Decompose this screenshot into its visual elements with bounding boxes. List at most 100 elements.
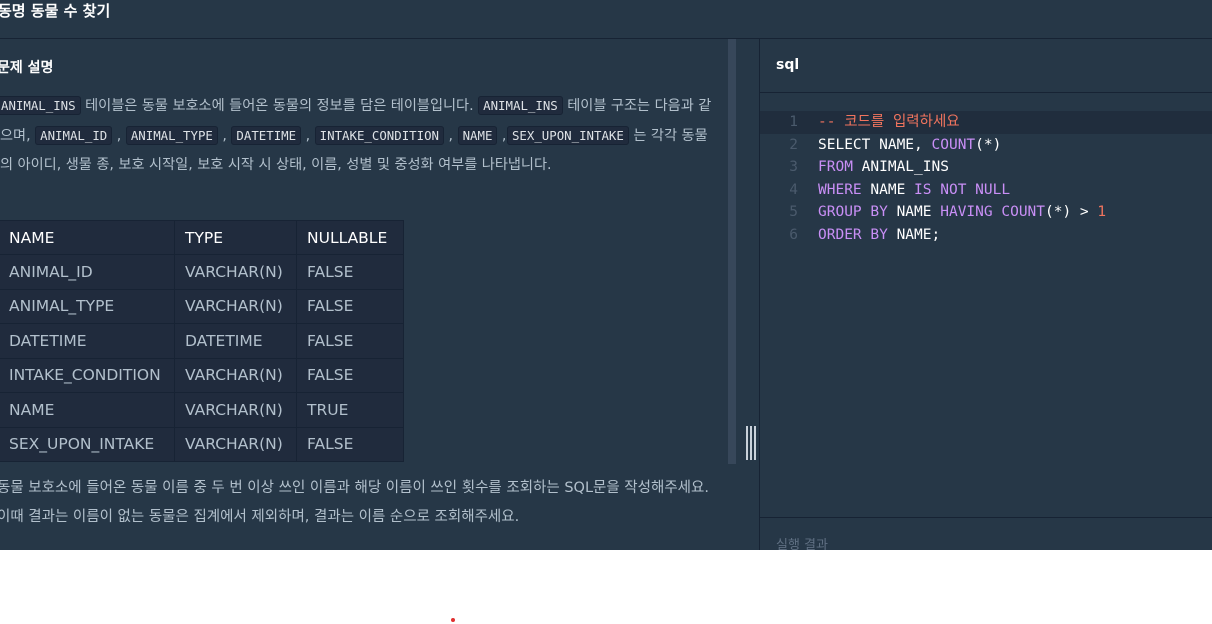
code-line[interactable]: 6 ORDER BY NAME; — [760, 224, 1212, 247]
table-cell: FALSE — [296, 288, 404, 324]
inline-code: ANIMAL_TYPE — [125, 126, 218, 145]
code-token: 1 — [1097, 204, 1107, 220]
code-token: WHERE — [818, 181, 862, 198]
scrollbar[interactable] — [728, 39, 736, 464]
code-text: GROUP BY NAME HAVING COUNT(*) > 1 — [818, 201, 1106, 224]
code-line[interactable]: 2 SELECT NAME, COUNT(*) — [760, 134, 1212, 157]
editor-language-label: sql — [776, 57, 800, 73]
table-cell: ANIMAL_TYPE — [0, 288, 175, 324]
table-cell: INTAKE_CONDITION — [0, 357, 175, 393]
code-text: FROM ANIMAL_INS — [818, 156, 949, 179]
code-token: NAME — [861, 181, 915, 198]
inline-code: ANIMAL_INS — [478, 96, 563, 115]
code-token: COUNT — [931, 136, 976, 153]
line-number: 2 — [789, 136, 798, 153]
code-token: FROM — [818, 159, 853, 175]
code-token: NAME, — [870, 136, 932, 153]
table-cell: DATETIME — [174, 323, 297, 359]
code-token: (*) — [975, 136, 1002, 153]
problem-panel[interactable]: 문제 설명 ANIMAL_INS 테이블은 동물 보호소에 들어온 동물의 정보… — [0, 39, 728, 550]
editor-header: sql — [760, 39, 1212, 93]
table-cell: FALSE — [296, 254, 404, 290]
inline-code: DATETIME — [231, 126, 302, 145]
cursor-dot — [451, 618, 455, 622]
result-label: 실행 결과 — [776, 538, 828, 550]
table-header-cell: NULLABLE — [296, 220, 404, 255]
code-token: SELECT — [818, 136, 871, 153]
table-cell: NAME — [0, 392, 175, 428]
code-token: COUNT — [1001, 204, 1046, 220]
editor-panel: sql 1 -- 코드를 입력하세요 2 SELECT NAME, COUNT(*) 3… — [759, 39, 1212, 550]
code-token: ORDER BY — [818, 226, 888, 243]
problem-description: ANIMAL_INS 테이블은 동물 보호소에 들어온 동물의 정보를 담은 테… — [0, 91, 718, 180]
inline-code: SEX_UPON_INTAKE — [506, 126, 629, 145]
code-token: NULL — [975, 181, 1011, 198]
code-editor[interactable]: 1 -- 코드를 입력하세요 2 SELECT NAME, COUNT(*) 3 FROM… — [760, 93, 1212, 517]
table-header-cell: NAME — [0, 220, 175, 255]
code-text: SELECT NAME, COUNT(*) — [818, 134, 1001, 157]
code-token: IS NOT — [914, 181, 967, 198]
table-cell: VARCHAR(N) — [174, 392, 297, 428]
code-text: WHERE NAME IS NOT NULL — [818, 179, 1010, 202]
inline-code: NAME — [457, 126, 498, 145]
code-line[interactable]: 4 WHERE NAME IS NOT NULL — [760, 179, 1212, 202]
separator: , — [501, 128, 507, 144]
page-title: 동명 동물 수 찾기 — [0, 2, 111, 20]
schema-table: NAME TYPE NULLABLE ANIMAL_ID VARCHAR(N) … — [0, 220, 404, 462]
separator: , — [448, 128, 454, 144]
grip-line — [746, 426, 748, 460]
table-row: ANIMAL_ID VARCHAR(N) FALSE — [0, 254, 404, 290]
table-cell: TRUE — [296, 392, 404, 428]
code-token: NAME; — [887, 226, 941, 243]
table-cell: FALSE — [296, 323, 404, 359]
inline-code: ANIMAL_ID — [35, 126, 113, 145]
table-row: INTAKE_CONDITION VARCHAR(N) FALSE — [0, 357, 404, 393]
table-cell: DATETIME — [0, 323, 175, 359]
code-line[interactable]: 3 FROM ANIMAL_INS — [760, 156, 1212, 179]
code-text: -- 코드를 입력하세요 — [818, 111, 960, 134]
line-number: 5 — [789, 204, 798, 220]
line-number: 4 — [789, 181, 798, 198]
table-cell: ANIMAL_ID — [0, 254, 175, 290]
app-window: 동명 동물 수 찾기 문제 설명 ANIMAL_INS 테이블은 동물 보호소에… — [0, 0, 1212, 550]
line-number: 6 — [789, 226, 798, 243]
problem-section-title: 문제 설명 — [0, 60, 54, 76]
code-token: ANIMAL_INS — [852, 159, 949, 175]
grip-line — [750, 426, 752, 460]
table-cell: VARCHAR(N) — [174, 357, 297, 393]
grip-line — [754, 426, 756, 460]
table-row: ANIMAL_TYPE VARCHAR(N) FALSE — [0, 288, 404, 324]
panel-resize-handle[interactable] — [744, 422, 756, 462]
table-cell: SEX_UPON_INTAKE — [0, 426, 175, 462]
table-cell: VARCHAR(N) — [174, 288, 297, 324]
separator: , — [222, 128, 227, 144]
code-token: -- 코드를 입력하세요 — [818, 114, 960, 130]
table-cell: VARCHAR(N) — [174, 426, 297, 462]
table-row: NAME VARCHAR(N) TRUE — [0, 392, 404, 428]
top-bar: 동명 동물 수 찾기 — [0, 0, 1212, 39]
result-panel-header[interactable]: 실행 결과 — [760, 517, 1212, 550]
table-row: DATETIME DATETIME FALSE — [0, 323, 404, 359]
code-text: ORDER BY NAME; — [818, 224, 940, 247]
table-header-row: NAME TYPE NULLABLE — [0, 220, 404, 255]
code-line[interactable]: 5 GROUP BY NAME HAVING COUNT(*) > 1 — [760, 201, 1212, 224]
inline-code: ANIMAL_INS — [0, 96, 81, 115]
separator: , — [305, 128, 311, 144]
table-cell: FALSE — [296, 426, 404, 462]
separator: , — [116, 128, 122, 144]
code-token: (*) > — [1045, 204, 1098, 220]
code-token: HAVING — [940, 204, 993, 220]
inline-code: INTAKE_CONDITION — [314, 126, 445, 145]
code-line[interactable]: 1 -- 코드를 입력하세요 — [760, 111, 1212, 134]
table-header-cell: TYPE — [174, 220, 297, 255]
table-cell: VARCHAR(N) — [174, 254, 297, 290]
code-token: GROUP BY — [818, 204, 888, 220]
table-cell: FALSE — [296, 357, 404, 393]
task-description: 동물 보호소에 들어온 동물 이름 중 두 번 이상 쓰인 이름과 해당 이름이… — [0, 480, 709, 525]
line-number: 3 — [789, 159, 798, 175]
code-token: NAME — [887, 204, 941, 220]
description-text: 테이블은 동물 보호소에 들어온 동물의 정보를 담은 테이블입니다. — [80, 98, 479, 114]
table-row: SEX_UPON_INTAKE VARCHAR(N) FALSE — [0, 426, 404, 462]
line-number: 1 — [789, 114, 798, 130]
